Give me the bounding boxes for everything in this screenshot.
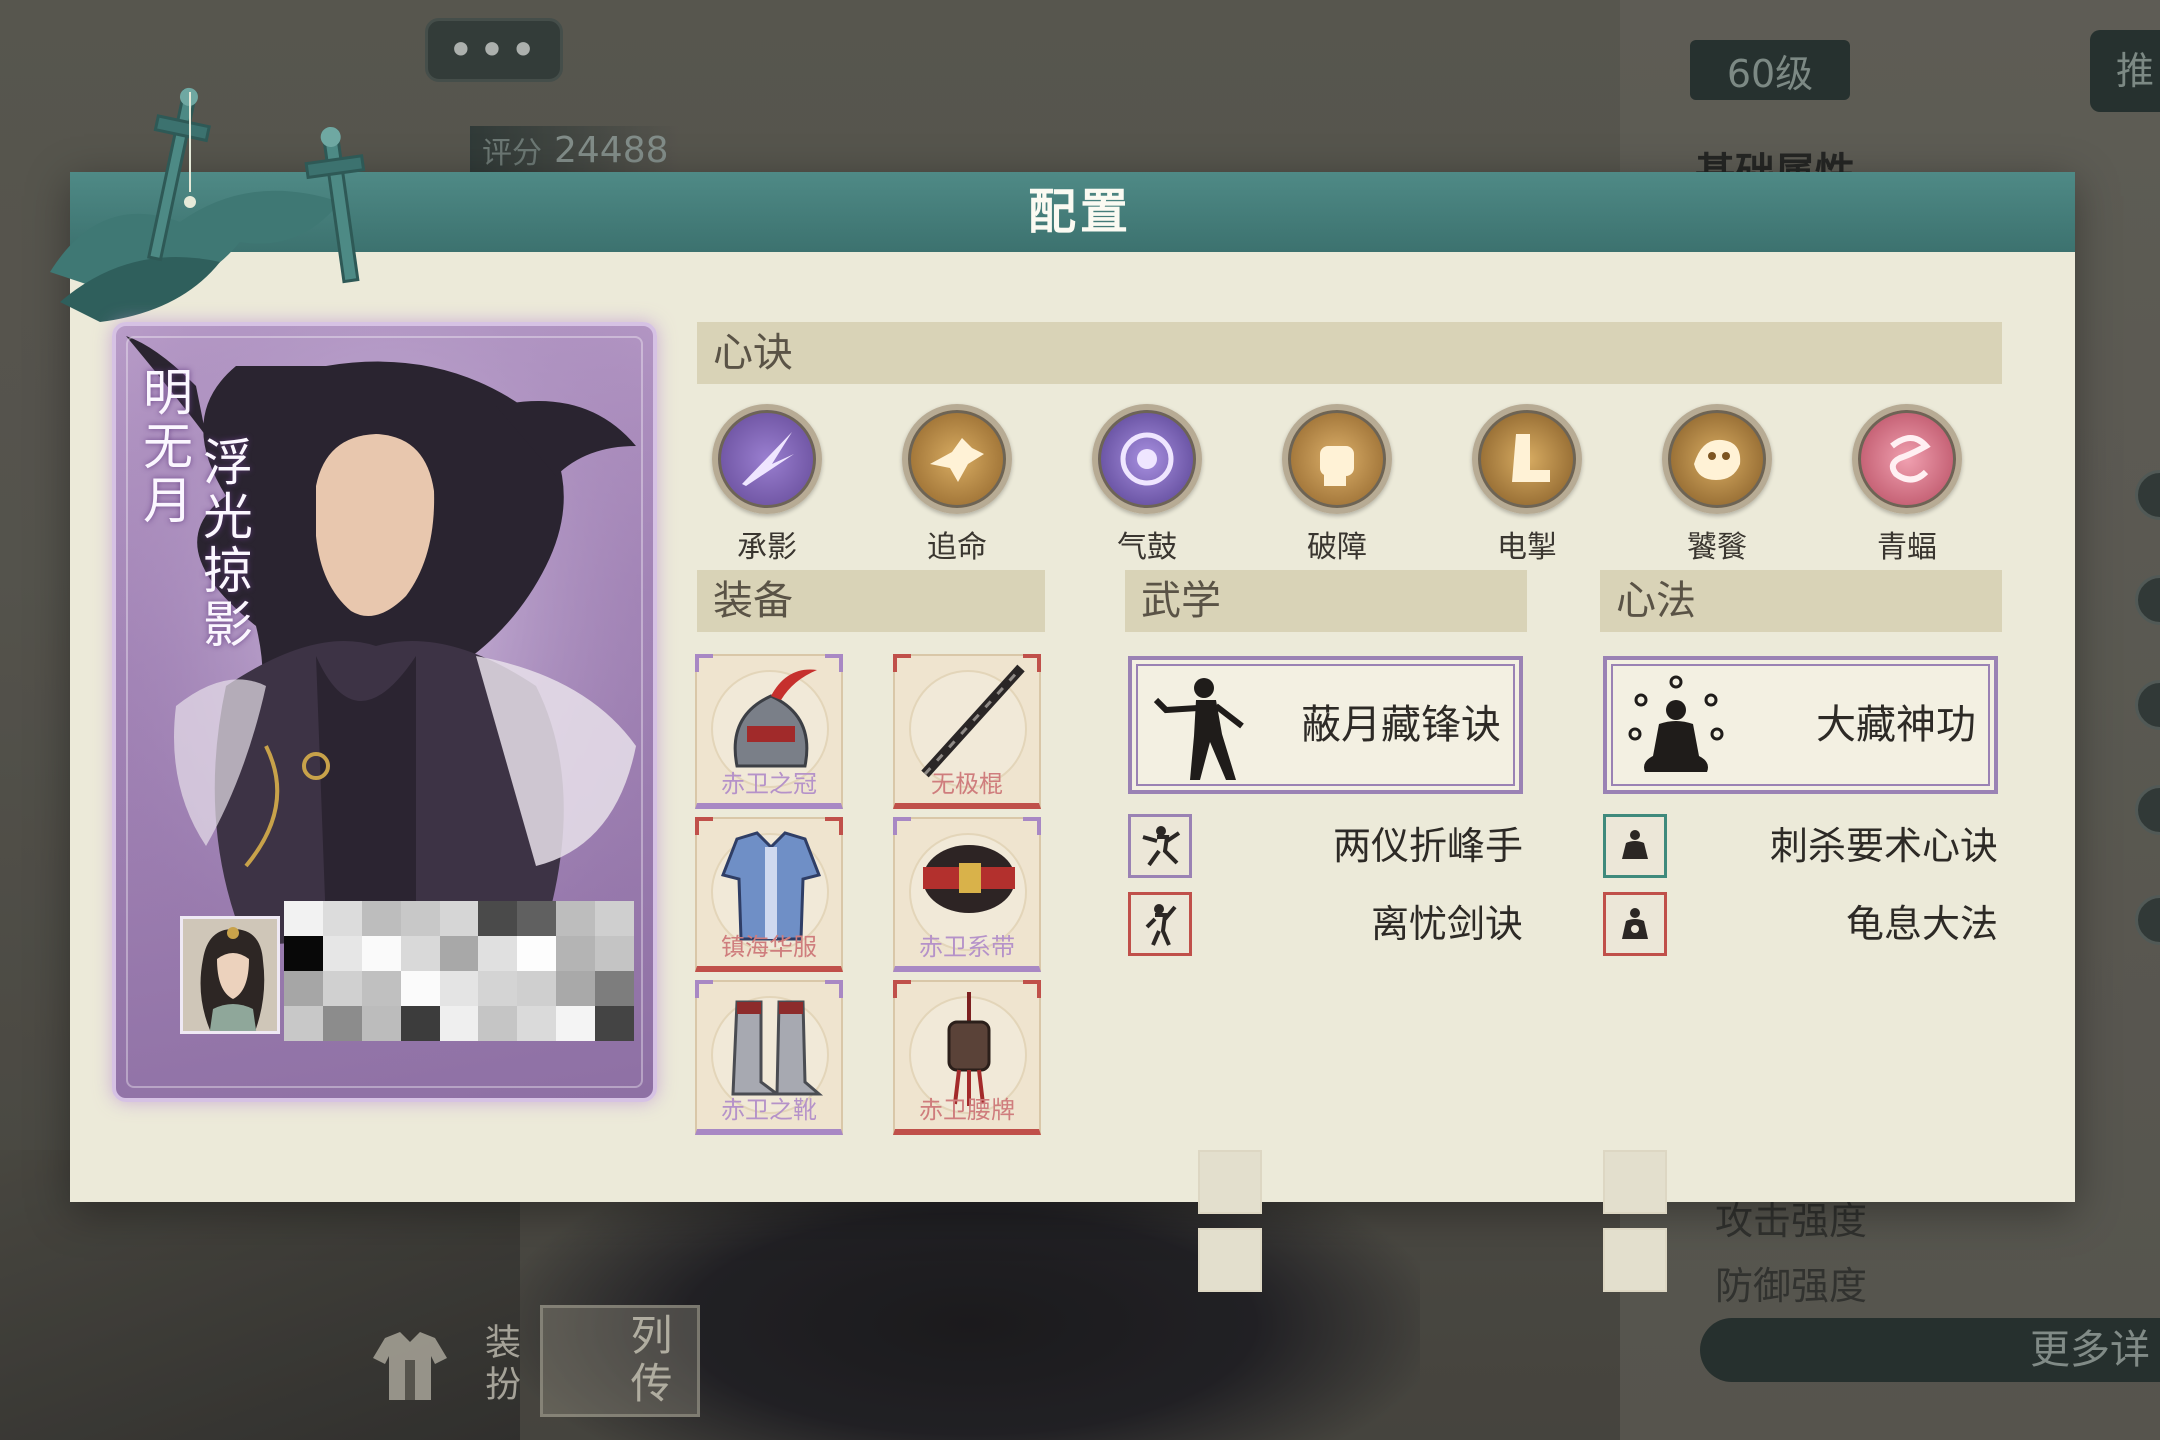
meditation-icon	[1603, 814, 1667, 878]
xinjue-skill-pozhang[interactable]: 破障	[1272, 404, 1402, 566]
wuxue-main-label: 蔽月藏锋诀	[1301, 702, 1501, 748]
section-header-wuxue: 武学	[1125, 570, 1527, 632]
equipment-label: 赤卫腰牌	[919, 1096, 1015, 1124]
character-card[interactable]: 明无月 浮光掠影	[112, 322, 657, 1102]
skill-label: 青蝠	[1877, 530, 1937, 565]
dash-strike-icon	[902, 404, 1012, 514]
player-avatar	[180, 916, 280, 1034]
equipment-label: 赤卫之冠	[721, 770, 817, 798]
wuxue-sub-label: 两仪折峰手	[1332, 824, 1523, 868]
xinjue-skill-taotie[interactable]: 饕餮	[1652, 404, 1782, 566]
xinjue-skill-dianche[interactable]: 电掣	[1462, 404, 1592, 566]
equipment-slot-helmet[interactable]: 赤卫之冠	[695, 654, 843, 809]
xinfa-main-slot[interactable]: 大藏神功	[1603, 656, 1998, 794]
xinfa-sub-slot[interactable]: 龟息大法	[1603, 892, 1998, 956]
empty-skill-slot[interactable]	[1198, 1228, 1262, 1292]
equipment-label: 无极棍	[931, 770, 1003, 798]
xinjue-skill-zhuiming[interactable]: 追命	[892, 404, 1022, 566]
empty-skill-slot[interactable]	[1603, 1228, 1667, 1292]
xinjue-skill-qigu[interactable]: 气鼓	[1082, 404, 1212, 566]
swords-ornament-icon	[50, 87, 366, 322]
swirl-icon	[1852, 404, 1962, 514]
skill-label: 饕餮	[1687, 530, 1747, 565]
section-header-equipment: 装备	[697, 570, 1045, 632]
wuxue-sub-slot[interactable]: 离忧剑诀	[1128, 892, 1523, 956]
xinfa-sub-label: 刺杀要术心诀	[1769, 824, 1998, 868]
kick-pose-icon	[1128, 814, 1192, 878]
section-header-xinjue: 心诀	[697, 322, 2002, 384]
empty-skill-slot[interactable]	[1603, 1150, 1667, 1214]
skill-label: 追命	[927, 530, 987, 565]
equipment-label: 赤卫之靴	[721, 1096, 817, 1124]
xinjue-skill-chengying[interactable]: 承影	[702, 404, 832, 566]
fist-icon	[1282, 404, 1392, 514]
equipment-slot-belt[interactable]: 赤卫系带	[893, 817, 1041, 972]
empty-skill-slot[interactable]	[1198, 1150, 1262, 1214]
equipment-slot-token[interactable]: 赤卫腰牌	[893, 980, 1041, 1135]
skill-label: 气鼓	[1117, 530, 1177, 565]
sword-pose-icon	[1128, 892, 1192, 956]
equipment-slot-weapon[interactable]: 无极棍	[893, 654, 1041, 809]
beast-icon	[1662, 404, 1772, 514]
equipment-label: 镇海华服	[721, 933, 817, 961]
wuxue-main-slot[interactable]: 蔽月藏锋诀	[1128, 656, 1523, 794]
equipment-slot-armor[interactable]: 镇海华服	[695, 817, 843, 972]
wuxue-sub-label: 离忧剑诀	[1370, 902, 1523, 946]
meditation-icon	[1603, 892, 1667, 956]
skill-label: 承影	[737, 530, 797, 565]
vortex-icon	[1092, 404, 1202, 514]
equipment-label: 赤卫系带	[919, 933, 1015, 961]
equipment-slot-boots[interactable]: 赤卫之靴	[695, 980, 843, 1135]
skill-label: 电掣	[1497, 530, 1557, 565]
character-title: 浮光掠影	[195, 436, 253, 652]
xinfa-sub-slot[interactable]: 刺杀要术心诀	[1603, 814, 1998, 878]
boot-icon	[1472, 404, 1582, 514]
loadout-dialog: 配置 明无月 浮光掠影 心诀 承影 追命 气鼓 破障 电掣 饕餮 青蝠 装备 赤…	[50, 87, 2075, 1292]
meditating-monk-icon	[1628, 675, 1724, 772]
xinfa-sub-label: 龟息大法	[1845, 902, 1998, 946]
lightning-fan-icon	[712, 404, 822, 514]
wuxue-sub-slot[interactable]: 两仪折峰手	[1128, 814, 1523, 878]
skill-label: 破障	[1307, 530, 1367, 565]
redacted-player-name	[284, 901, 634, 1041]
xinfa-main-label: 大藏神功	[1816, 702, 1976, 748]
martial-artist-icon	[1153, 678, 1244, 780]
section-header-xinfa: 心法	[1600, 570, 2002, 632]
xinjue-skill-qingfu[interactable]: 青蝠	[1842, 404, 1972, 566]
